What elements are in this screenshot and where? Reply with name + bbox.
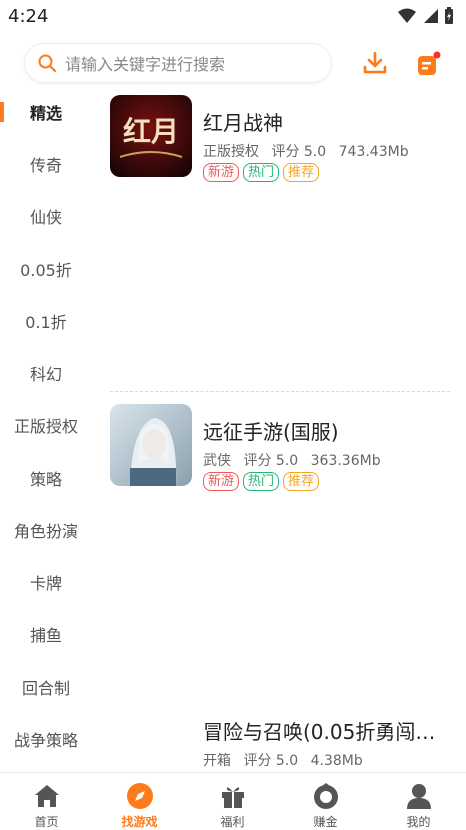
nav-label: 我的 [406,815,431,829]
game-card[interactable]: 红月 红月战神 正版授权 评分 5.0 743.43Mb 新游 热门 推荐 [110,95,450,185]
nav-label: 找游戏 [121,815,158,829]
user-icon [406,784,431,809]
category-item[interactable]: 捕鱼 [0,608,92,660]
game-meta: 正版授权 评分 5.0 743.43Mb [203,141,417,161]
category-item[interactable]: 精选 [0,86,92,138]
nav-label: 赚金 [313,815,338,829]
category-item[interactable]: 回合制 [0,661,92,713]
tag-new: 新游 [203,163,240,182]
category-item[interactable]: 0.1折 [0,295,92,347]
search-placeholder: 请输入关键字进行搜索 [65,55,226,74]
game-category: 正版授权 [203,144,259,160]
nav-label: 首页 [34,815,59,829]
tag-new: 新游 [203,472,240,491]
game-title: 冒险与召唤(0.05折勇闯石... [203,720,453,744]
category-item[interactable]: 角色扮演 [0,504,92,556]
status-bar: 4:24 [0,0,466,34]
coin-bag-icon [313,783,338,809]
game-size: 363.36Mb [310,453,381,469]
category-item[interactable]: 卡牌 [0,556,92,608]
game-size: 743.43Mb [338,144,409,160]
game-icon: 红月 [110,95,192,177]
game-tags: 新游 热门 推荐 [203,163,320,182]
bottom-nav: 首页 找游戏 福利 赚金 我的 [0,772,466,830]
gift-icon [221,787,244,808]
game-card[interactable]: 冒险与召唤(0.05折勇闯石... 开箱 评分 5.0 4.38Mb 新游 热门… [110,704,453,772]
search-icon [38,54,57,73]
nav-mine[interactable]: 我的 [372,777,465,830]
game-rating: 评分 5.0 [243,453,299,469]
game-icon [110,404,192,486]
list-divider [110,391,450,392]
status-icons [398,7,454,25]
tag-recommend: 推荐 [283,472,320,491]
game-meta: 开箱 评分 5.0 4.38Mb [203,750,371,770]
download-icon[interactable] [362,50,388,76]
nav-benefits[interactable]: 福利 [186,777,279,830]
game-tags: 新游 热门 推荐 [203,472,320,491]
game-category: 武侠 [203,453,231,469]
game-card[interactable]: 远征手游(国服) 武侠 评分 5.0 363.36Mb 新游 热门 推荐 [110,404,450,494]
message-icon[interactable] [414,50,442,78]
game-icon-text: 红月 [123,115,179,148]
category-item[interactable]: 0.05折 [0,243,92,295]
game-meta: 武侠 评分 5.0 363.36Mb [203,450,389,470]
category-item[interactable]: 科幻 [0,347,92,399]
game-list: 红月 红月战神 正版授权 评分 5.0 743.43Mb 新游 热门 推荐 远征… [92,86,466,772]
game-rating: 评分 5.0 [243,753,299,769]
status-time: 4:24 [8,6,49,27]
game-size: 4.38Mb [310,753,363,769]
nav-earn[interactable]: 赚金 [279,777,372,830]
game-title: 红月战神 [203,111,283,135]
category-item[interactable]: 战争策略 [0,713,92,765]
game-category: 开箱 [203,753,231,769]
tag-hot: 热门 [243,472,280,491]
wifi-icon [398,8,416,23]
signal-icon [424,9,438,23]
battery-icon [445,7,453,24]
category-item[interactable]: 传奇 [0,138,92,190]
category-item[interactable]: 策略 [0,452,92,504]
search-input[interactable]: 请输入关键字进行搜索 [24,43,332,83]
home-icon [34,785,59,807]
category-item[interactable]: 正版授权 [0,399,92,451]
tag-recommend: 推荐 [283,163,320,182]
nav-home[interactable]: 首页 [0,777,93,830]
game-rating: 评分 5.0 [271,144,327,160]
category-item[interactable]: 仙侠 [0,190,92,242]
compass-icon [126,783,153,809]
search-row: 请输入关键字进行搜索 [0,40,466,88]
tag-hot: 热门 [243,163,280,182]
game-title: 远征手游(国服) [203,420,339,444]
nav-label: 福利 [220,815,245,829]
nav-find-games[interactable]: 找游戏 [93,777,186,830]
category-sidebar: 精选 传奇 仙侠 0.05折 0.1折 科幻 正版授权 策略 角色扮演 卡牌 捕… [0,86,92,772]
